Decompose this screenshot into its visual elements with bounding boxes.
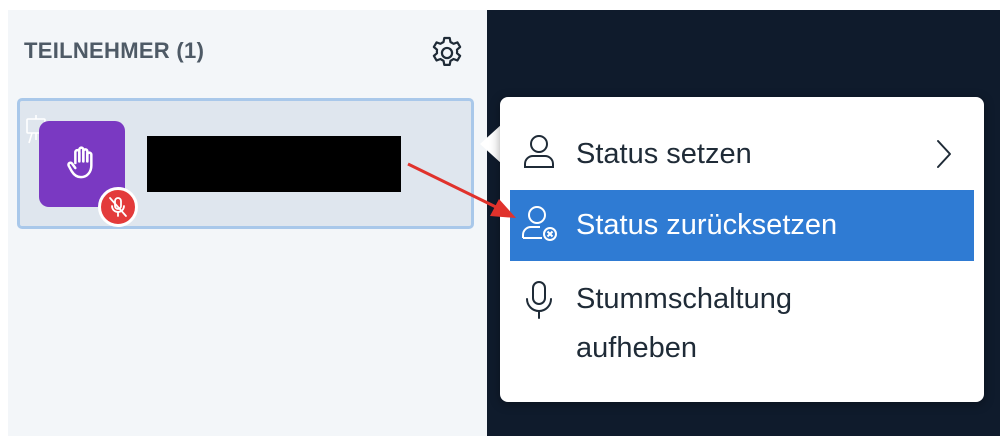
participant-name-redacted: [147, 136, 401, 192]
menu-item-label: Stummschaltung aufheben: [576, 283, 792, 364]
participants-header: TEILNEHMER (1): [24, 38, 205, 63]
user-clear-icon: [518, 204, 560, 246]
gear-icon[interactable]: [428, 34, 466, 72]
participants-panel: TEILNEHMER (1): [8, 10, 487, 436]
menu-item-stummschaltung-aufheben[interactable]: Stummschaltung aufheben: [510, 273, 974, 383]
raised-hand-icon: [62, 143, 102, 183]
user-icon: [518, 131, 560, 173]
menu-item-status-setzen[interactable]: Status setzen: [510, 125, 974, 183]
participant-row[interactable]: [17, 98, 474, 229]
microphone-muted-icon: [98, 187, 138, 227]
microphone-icon: [518, 279, 560, 321]
menu-item-status-zuruecksetzen[interactable]: Status zurücksetzen: [510, 190, 974, 261]
menu-item-label: Status zurücksetzen: [576, 209, 838, 241]
participant-context-menu: Status setzen Status zurücksetzen Stumms…: [500, 97, 984, 402]
menu-caret: [480, 124, 502, 164]
menu-item-label: Status setzen: [576, 138, 752, 170]
chevron-right-icon: [930, 137, 956, 171]
